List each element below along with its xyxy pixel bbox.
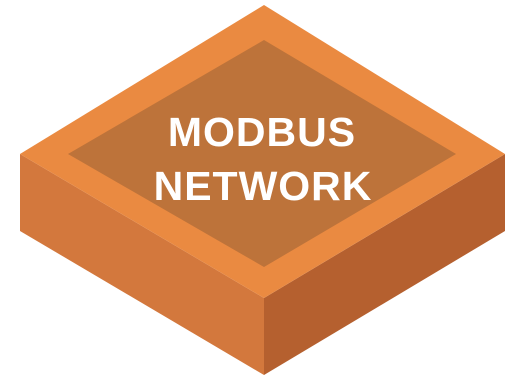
label-line-2: NETWORK: [154, 163, 373, 209]
label-line-1: MODBUS: [168, 109, 356, 155]
modbus-network-block: MODBUS NETWORK: [20, 5, 505, 375]
